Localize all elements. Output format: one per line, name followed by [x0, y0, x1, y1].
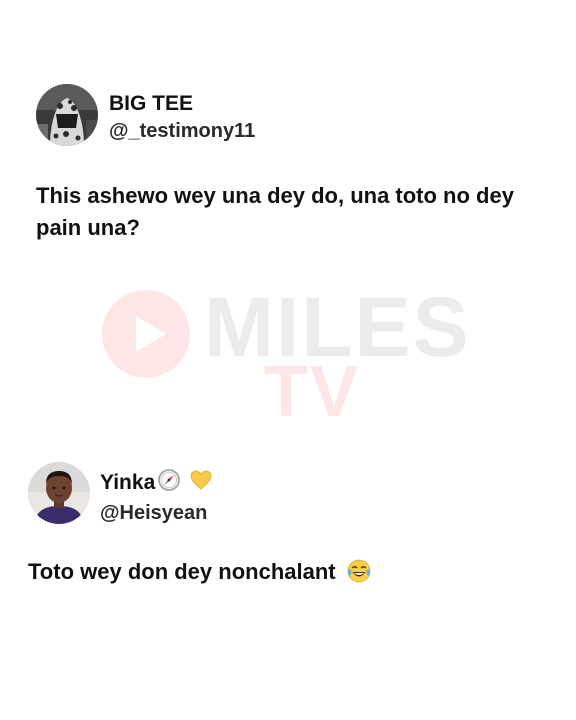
- display-name-text: Yinka: [100, 471, 156, 494]
- post-yinka: Yinka @Heisyean Toto wey don dey nonchal…: [0, 462, 576, 584]
- author-text: Yinka @Heisyean: [100, 468, 213, 526]
- post-text-content: Toto wey don dey nonchalant: [28, 559, 336, 584]
- post-author-row: BIG TEE @_testimony11: [0, 84, 576, 150]
- face-with-tears-of-joy-icon: [346, 558, 372, 593]
- post-text: Toto wey don dey nonchalant: [28, 556, 548, 593]
- avatar[interactable]: [36, 84, 98, 146]
- display-name-text: BIG TEE: [109, 92, 194, 115]
- yellow-heart-icon: [189, 468, 213, 498]
- post-author-row: Yinka @Heisyean: [0, 462, 576, 528]
- watermark: MILES TV: [100, 282, 469, 432]
- display-name[interactable]: BIG TEE: [109, 92, 255, 116]
- post-text: This ashewo wey una dey do, una toto no …: [36, 183, 514, 240]
- avatar[interactable]: [28, 462, 90, 524]
- masked-figure-avatar: [36, 84, 98, 146]
- user-handle[interactable]: @_testimony11: [109, 118, 255, 144]
- watermark-sub: TV: [264, 352, 361, 432]
- post-big-tee: BIG TEE @_testimony11 This ashewo wey un…: [0, 84, 576, 240]
- play-button-icon: [102, 290, 190, 378]
- user-handle[interactable]: @Heisyean: [100, 500, 213, 526]
- author-text: BIG TEE @_testimony11: [109, 92, 255, 144]
- person-avatar: [28, 462, 90, 524]
- display-name[interactable]: Yinka: [100, 468, 213, 498]
- compass-icon: [157, 468, 181, 498]
